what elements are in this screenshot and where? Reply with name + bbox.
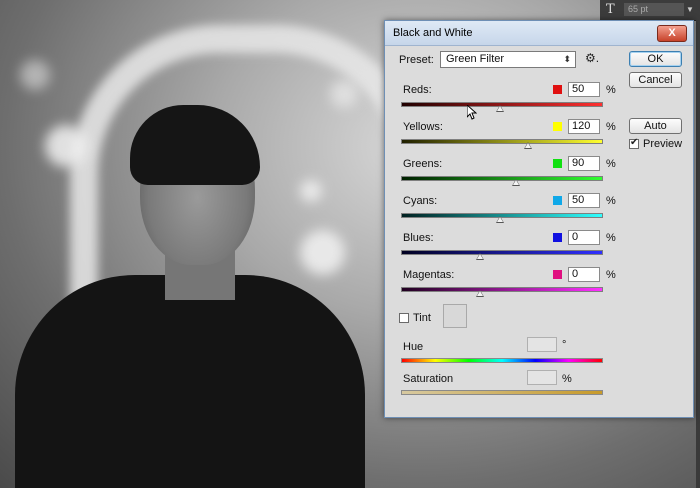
cyans-value-field[interactable]: 50 — [568, 193, 600, 208]
tint-toggle[interactable]: Tint — [399, 312, 431, 324]
tint-color-swatch[interactable] — [443, 304, 467, 328]
preview-toggle[interactable]: Preview — [629, 137, 683, 151]
magentas-label: Magentas: — [403, 269, 455, 281]
hue-slider[interactable] — [401, 358, 603, 363]
hue-field[interactable] — [527, 337, 557, 352]
chevron-down-icon[interactable]: ▼ — [686, 5, 694, 14]
magentas-slider-thumb[interactable] — [476, 290, 484, 297]
tint-checkbox[interactable] — [399, 313, 409, 324]
preview-checkbox[interactable] — [629, 137, 639, 150]
magentas-value-field[interactable]: 0 — [568, 267, 600, 282]
saturation-slider[interactable] — [401, 390, 603, 395]
reds-value-field[interactable]: 50 — [568, 82, 600, 97]
cancel-button[interactable]: Cancel — [629, 72, 682, 88]
greens-slider-track[interactable] — [401, 176, 603, 181]
updown-arrow-icon: ⬍ — [563, 54, 571, 64]
blues-percent-sign: % — [606, 232, 616, 244]
cyans-slider-thumb[interactable] — [496, 216, 504, 223]
greens-value-field[interactable]: 90 — [568, 156, 600, 171]
blues-value-field[interactable]: 0 — [568, 230, 600, 245]
yellows-value-field[interactable]: 120 — [568, 119, 600, 134]
tint-label: Tint — [413, 312, 431, 325]
greens-label: Greens: — [403, 158, 443, 170]
cyans-color-swatch — [553, 196, 562, 205]
gear-icon[interactable]: ⚙. — [585, 51, 599, 65]
magentas-color-swatch — [553, 270, 562, 279]
saturation-field[interactable] — [527, 370, 557, 385]
preset-label: Preset: — [399, 54, 434, 66]
font-size-field[interactable]: 65 pt — [624, 3, 684, 16]
cyans-label: Cyans: — [403, 195, 438, 207]
type-tool-icon[interactable]: T — [606, 2, 615, 17]
close-button[interactable]: X — [657, 25, 687, 42]
reds-label: Reds: — [403, 84, 432, 96]
person-shirt — [15, 275, 365, 488]
reds-color-swatch — [553, 85, 562, 94]
cyans-percent-sign: % — [606, 195, 616, 207]
yellows-slider-thumb[interactable] — [524, 142, 532, 149]
auto-button[interactable]: Auto — [629, 118, 682, 134]
saturation-unit: % — [562, 373, 572, 385]
dialog-titlebar[interactable]: Black and White X — [385, 21, 693, 46]
magentas-percent-sign: % — [606, 269, 616, 281]
yellows-label: Yellows: — [403, 121, 443, 133]
black-and-white-dialog: Black and White X Preset: Green Filter ⬍… — [384, 20, 694, 418]
blues-label: Blues: — [403, 232, 434, 244]
right-panel-edge — [696, 20, 700, 488]
preset-dropdown[interactable]: Green Filter ⬍ — [440, 51, 576, 68]
magentas-slider-track[interactable] — [401, 287, 603, 292]
reds-percent-sign: % — [606, 84, 616, 96]
yellows-percent-sign: % — [606, 121, 616, 133]
blues-color-swatch — [553, 233, 562, 242]
hue-unit: ° — [562, 339, 567, 351]
reds-slider-thumb[interactable] — [496, 105, 504, 112]
hue-label: Hue — [403, 341, 424, 353]
blues-slider-thumb[interactable] — [476, 253, 484, 260]
ok-button[interactable]: OK — [629, 51, 682, 67]
greens-slider-thumb[interactable] — [512, 179, 520, 186]
preset-value: Green Filter — [446, 53, 505, 65]
saturation-label: Saturation — [403, 373, 454, 385]
options-bar: T 65 pt ▼ — [600, 0, 700, 21]
greens-color-swatch — [553, 159, 562, 168]
greens-percent-sign: % — [606, 158, 616, 170]
blues-slider-track[interactable] — [401, 250, 603, 255]
preview-label: Preview — [643, 138, 683, 151]
dialog-title: Black and White — [393, 27, 473, 39]
yellows-slider-track[interactable] — [401, 139, 603, 144]
yellows-color-swatch — [553, 122, 562, 131]
